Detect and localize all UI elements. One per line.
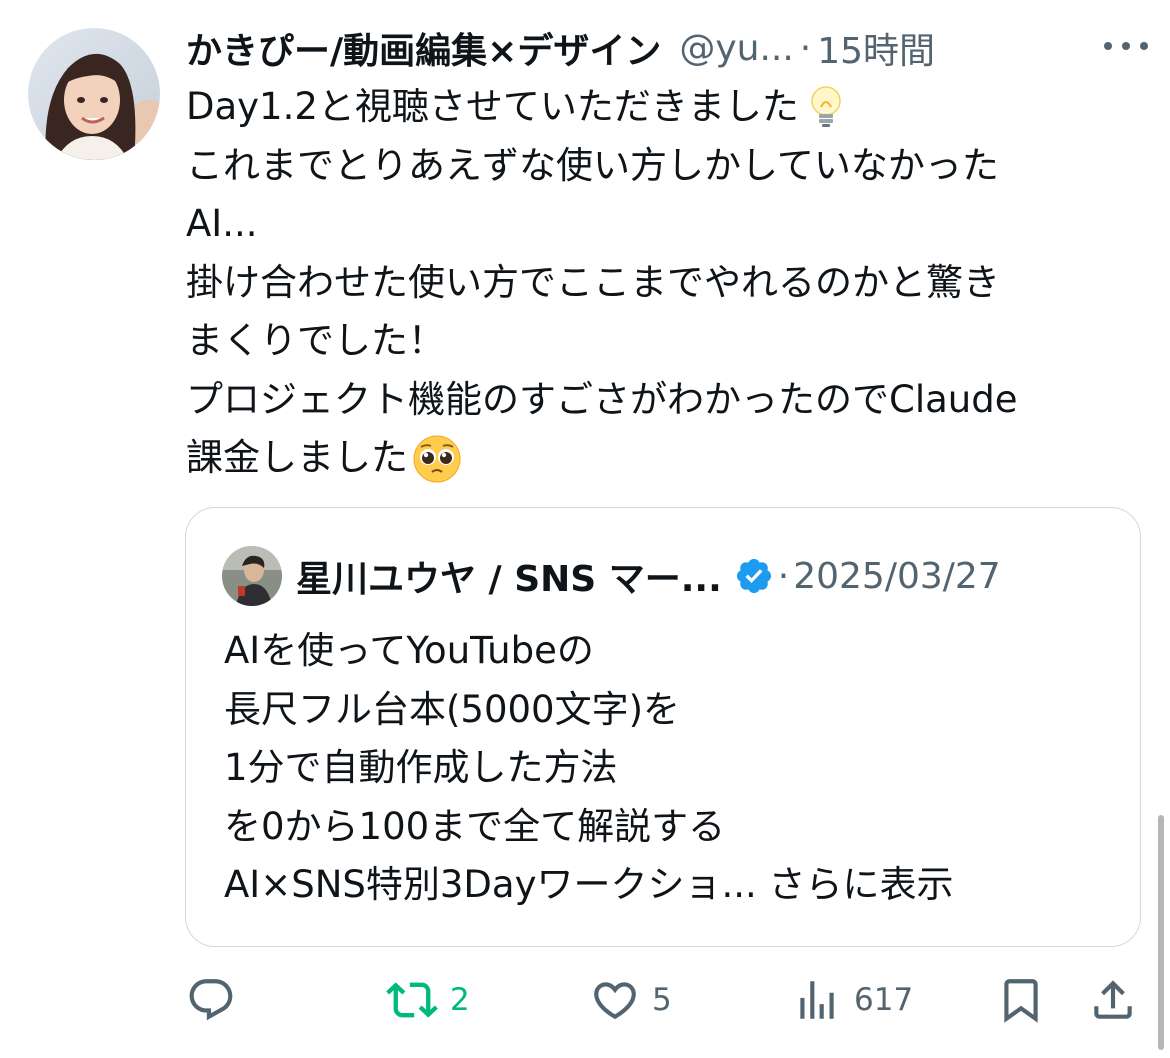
quoted-line: 長尺フル台本(5000文字)を xyxy=(224,687,681,731)
heart-icon xyxy=(594,982,636,1020)
like-count: 5 xyxy=(652,982,672,1018)
retweet-count: 2 xyxy=(450,982,470,1018)
tweet-timestamp[interactable]: 15時間 xyxy=(817,22,935,74)
tweet-line: Day1.2と視聴させていただきました xyxy=(186,78,1146,137)
tweet-line: 掛け合わせた使い方でここまでやれるのかと驚き xyxy=(186,260,1000,304)
tweet-line: 課金しました xyxy=(186,429,1146,488)
quoted-display-name: 星川ユウヤ / SNS マー... xyxy=(296,559,722,600)
tweet-header: かきぴー/動画編集×デザイン @yu... · 15時間 xyxy=(186,22,1146,74)
tweet-line: これまでとりあえずな使い方しかしていなかった xyxy=(186,143,999,187)
views-button[interactable]: 617 xyxy=(792,968,913,1032)
reply-button[interactable] xyxy=(186,968,248,1032)
tweet-action-bar: 2 5 617 xyxy=(186,968,1146,1032)
tweet-line-text: Day1.2と視聴させていただきました xyxy=(186,85,799,128)
quoted-line[interactable]: AI×SNS特別3Dayワークショ... さらに表示 xyxy=(224,856,1104,915)
views-chart-icon xyxy=(800,981,834,1019)
author-display-name[interactable]: かきぴー/動画編集×デザイン xyxy=(186,22,661,74)
share-icon xyxy=(1094,980,1132,1019)
header-separator: · xyxy=(799,27,812,69)
tweet-line-text: 課金しました xyxy=(186,436,408,479)
quoted-tweet-header: 星川ユウヤ / SNS マー... · 2025/03/27 xyxy=(296,548,1001,604)
verified-badge-icon xyxy=(736,558,771,594)
tweet-line: まくりでした！ xyxy=(186,319,445,362)
scrollbar[interactable] xyxy=(1158,815,1164,1050)
quoted-header-separator: · xyxy=(777,555,790,597)
quoted-tweet-date: 2025/03/27 xyxy=(793,555,1001,597)
quoted-tweet-card[interactable]: 星川ユウヤ / SNS マー... · 2025/03/27 AIを使ってYou… xyxy=(185,507,1141,947)
more-options-icon[interactable] xyxy=(1102,38,1150,54)
tweet-line: AI... xyxy=(186,202,258,245)
author-handle[interactable]: @yu... xyxy=(679,28,793,69)
bookmark-icon xyxy=(1004,979,1038,1023)
quoted-author-avatar[interactable] xyxy=(222,546,282,606)
lightbulb-emoji xyxy=(803,83,849,129)
quoted-line: を0から100まで全て解説する xyxy=(224,804,726,848)
tweet-line: プロジェクト機能のすごさがわかったのでClaude xyxy=(186,377,1018,421)
quoted-tweet-text: AIを使ってYouTubeの 長尺フル台本(5000文字)を 1分で自動作成した… xyxy=(224,622,1104,915)
pleading-face-emoji xyxy=(412,434,461,482)
reply-icon xyxy=(189,979,233,1021)
retweet-button[interactable]: 2 xyxy=(386,968,470,1032)
views-count: 617 xyxy=(854,982,914,1018)
like-button[interactable]: 5 xyxy=(590,968,672,1032)
retweet-icon xyxy=(386,982,438,1018)
quoted-line: 1分で自動作成した方法 xyxy=(224,746,618,789)
tweet-text: Day1.2と視聴させていただきました これまでとりあえずな使い方しかしていなか… xyxy=(186,78,1146,488)
bookmark-button[interactable] xyxy=(996,968,1046,1032)
author-avatar[interactable] xyxy=(28,28,160,160)
share-button[interactable] xyxy=(1088,968,1138,1032)
quoted-line: AIを使ってYouTubeの xyxy=(224,629,594,672)
